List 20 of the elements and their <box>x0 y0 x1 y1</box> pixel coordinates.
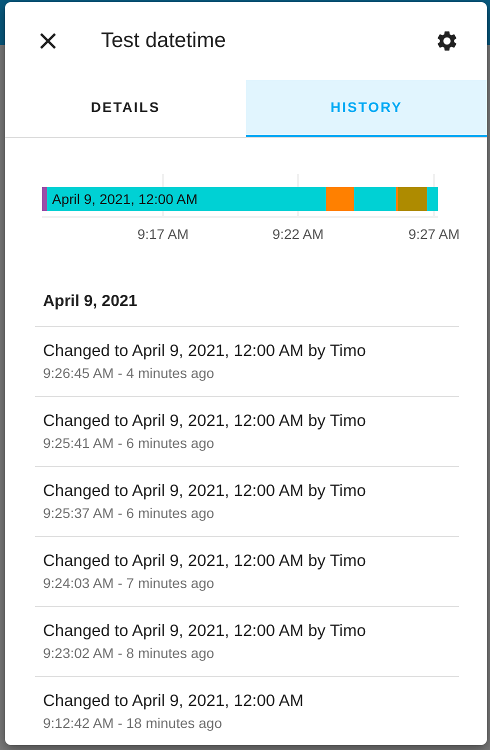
history-message: Changed to April 9, 2021, 12:00 AM by Timo <box>43 551 367 571</box>
history-message: Changed to April 9, 2021, 12:00 AM by Timo <box>43 341 367 361</box>
close-icon[interactable] <box>39 32 57 50</box>
history-time: 9:24:03 AM - 7 minutes ago <box>43 574 216 592</box>
settings-icon[interactable] <box>435 29 459 53</box>
history-message: Changed to April 9, 2021, 12:00 AM by Timo <box>43 481 367 501</box>
axis-tick-label: 9:17 AM <box>137 226 189 240</box>
history-time: 9:12:42 AM - 18 minutes ago <box>43 714 223 732</box>
history-message: Changed to April 9, 2021, 12:00 AM by Timo <box>43 411 367 431</box>
axis-tick-label: 9:27 AM <box>408 226 460 240</box>
dialog-title: Test datetime <box>101 28 226 54</box>
history-time: 9:26:45 AM - 4 minutes ago <box>43 364 216 382</box>
history-time: 9:25:41 AM - 6 minutes ago <box>43 434 216 452</box>
history-time: 9:25:37 AM - 6 minutes ago <box>43 504 216 522</box>
axis-tick-label: 9:22 AM <box>272 226 324 240</box>
history-time: 9:23:02 AM - 8 minutes ago <box>43 644 216 662</box>
history-message: Changed to April 9, 2021, 12:00 AM by Timo <box>43 621 367 641</box>
date-heading: April 9, 2021 <box>43 292 138 312</box>
timeline-label: April 9, 2021, 12:00 AM <box>52 191 198 207</box>
history-message: Changed to April 9, 2021, 12:00 AM <box>43 691 305 711</box>
